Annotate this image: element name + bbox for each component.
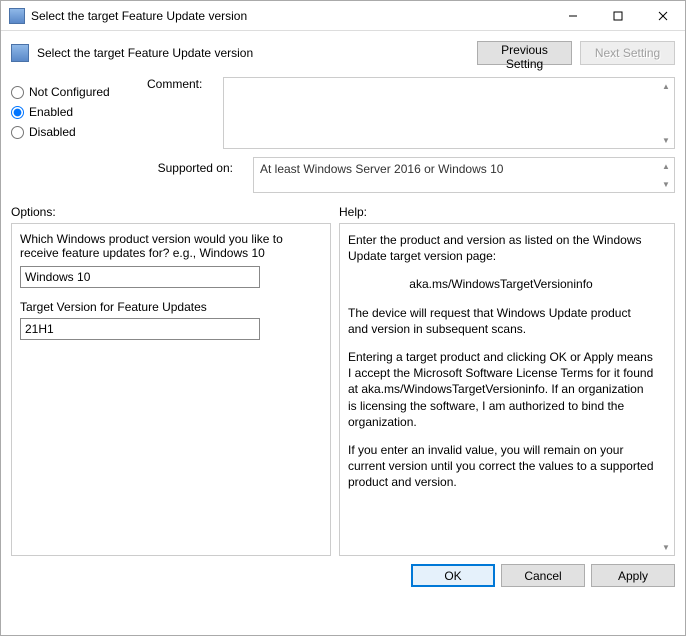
target-version-label: Target Version for Feature Updates xyxy=(20,300,322,314)
supported-on-label: Supported on: xyxy=(11,153,237,193)
radio-disabled-input[interactable] xyxy=(11,126,24,139)
radio-enabled-label: Enabled xyxy=(29,105,73,119)
comment-label: Comment: xyxy=(147,77,215,149)
help-header: Help: xyxy=(339,205,675,219)
radio-disabled[interactable]: Disabled xyxy=(11,125,131,139)
cancel-button[interactable]: Cancel xyxy=(501,564,585,587)
radio-not-configured-label: Not Configured xyxy=(29,85,110,99)
maximize-button[interactable] xyxy=(595,1,640,31)
scroll-down-icon: ▼ xyxy=(659,540,673,554)
help-text-3: Entering a target product and clicking O… xyxy=(348,349,654,430)
help-pane: Enter the product and version as listed … xyxy=(339,223,675,556)
help-text-1: Enter the product and version as listed … xyxy=(348,232,654,264)
radio-enabled-input[interactable] xyxy=(11,106,24,119)
product-version-input[interactable] xyxy=(20,266,260,288)
window-title: Select the target Feature Update version xyxy=(31,9,550,23)
help-text-2: The device will request that Windows Upd… xyxy=(348,305,654,337)
close-button[interactable] xyxy=(640,1,685,31)
options-header: Options: xyxy=(11,205,331,219)
app-icon xyxy=(9,8,25,24)
titlebar: Select the target Feature Update version xyxy=(1,1,685,31)
help-text-4: If you enter an invalid value, you will … xyxy=(348,442,654,491)
policy-title: Select the target Feature Update version xyxy=(37,46,469,60)
scroll-up-icon: ▲ xyxy=(659,159,673,173)
radio-enabled[interactable]: Enabled xyxy=(11,105,131,119)
comment-field[interactable]: ▲ ▼ xyxy=(223,77,675,149)
apply-button[interactable]: Apply xyxy=(591,564,675,587)
state-radio-group: Not Configured Enabled Disabled xyxy=(11,77,131,149)
dialog-footer: OK Cancel Apply xyxy=(1,556,685,595)
scroll-up-icon: ▲ xyxy=(659,79,673,93)
minimize-button[interactable] xyxy=(550,1,595,31)
previous-setting-button[interactable]: Previous Setting xyxy=(477,41,572,65)
target-version-input[interactable] xyxy=(20,318,260,340)
next-setting-button: Next Setting xyxy=(580,41,675,65)
policy-header: Select the target Feature Update version… xyxy=(11,41,675,65)
supported-on-value: At least Windows Server 2016 or Windows … xyxy=(260,162,503,176)
radio-not-configured[interactable]: Not Configured xyxy=(11,85,131,99)
scroll-down-icon: ▼ xyxy=(659,177,673,191)
product-prompt: Which Windows product version would you … xyxy=(20,232,322,260)
help-link: aka.ms/WindowsTargetVersioninfo xyxy=(348,276,654,292)
radio-disabled-label: Disabled xyxy=(29,125,76,139)
ok-button[interactable]: OK xyxy=(411,564,495,587)
options-pane: Which Windows product version would you … xyxy=(11,223,331,556)
policy-icon xyxy=(11,44,29,62)
supported-on-field: At least Windows Server 2016 or Windows … xyxy=(253,157,675,193)
radio-not-configured-input[interactable] xyxy=(11,86,24,99)
scroll-down-icon: ▼ xyxy=(659,133,673,147)
